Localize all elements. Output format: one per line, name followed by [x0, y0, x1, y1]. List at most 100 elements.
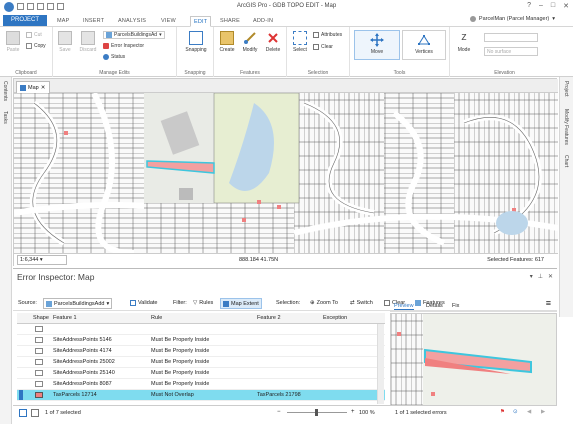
- shape-icon: [35, 337, 43, 343]
- table-row[interactable]: SiteAddressPoints 8087 Must Be Properly …: [17, 379, 385, 390]
- error-preview-map[interactable]: [390, 313, 557, 407]
- map-canvas[interactable]: [14, 93, 558, 253]
- tab-add-in[interactable]: ADD-IN: [250, 16, 276, 27]
- move-tool[interactable]: Move: [354, 30, 400, 60]
- vertices-tool[interactable]: Vertices: [402, 30, 446, 60]
- next-arrow-icon[interactable]: ▶: [541, 409, 545, 415]
- vertices-icon: [417, 33, 431, 47]
- table-scrollbar[interactable]: [377, 324, 384, 404]
- zoom-slider-thumb[interactable]: [315, 409, 318, 416]
- layers-icon: [46, 300, 52, 307]
- select-button[interactable]: Select: [290, 31, 310, 53]
- delete-button[interactable]: Delete: [263, 31, 283, 53]
- pin-icon[interactable]: ⊥: [538, 273, 543, 280]
- window-controls: ? – □ ✕: [527, 2, 569, 10]
- column-header[interactable]: Feature 1: [53, 315, 77, 321]
- tab-share[interactable]: SHARE: [217, 16, 243, 27]
- tab-project[interactable]: PROJECT: [3, 15, 47, 26]
- rules-button[interactable]: ▽ Rules: [193, 300, 213, 306]
- switch-button[interactable]: ⇄ Switch: [350, 300, 373, 306]
- zoom-level: 100 %: [359, 410, 375, 416]
- maximize-icon[interactable]: □: [551, 2, 555, 10]
- create-button[interactable]: Create: [217, 31, 237, 53]
- tab-details[interactable]: Details: [426, 303, 443, 309]
- modify-features-pane-tab[interactable]: Modify Features: [563, 109, 569, 145]
- ribbon: Paste Cut Copy Clipboard Save Discard Pa…: [0, 27, 573, 77]
- elevation-value-input[interactable]: [484, 33, 538, 42]
- map-extent-label: Map Extent: [231, 301, 259, 307]
- previous-arrow-icon[interactable]: ◀: [527, 409, 531, 415]
- tab-analysis[interactable]: ANALYSIS: [115, 16, 149, 27]
- user-icon: [469, 16, 476, 22]
- chart-pane-tab[interactable]: Chart: [563, 155, 569, 167]
- surface-dropdown[interactable]: No surface: [484, 47, 538, 56]
- column-header[interactable]: Exception: [323, 315, 347, 321]
- zoom-to-button[interactable]: ⊕ Zoom To: [310, 300, 338, 306]
- tasks-pane-tab[interactable]: Tasks: [2, 111, 8, 124]
- minimize-icon[interactable]: –: [539, 2, 543, 10]
- scale-selector[interactable]: 1:6,344 ▾: [17, 255, 67, 265]
- modify-button[interactable]: Modify: [239, 31, 261, 53]
- tab-insert[interactable]: INSERT: [80, 16, 107, 27]
- tab-map[interactable]: MAP: [54, 16, 73, 27]
- status-button[interactable]: Status: [103, 54, 125, 60]
- tab-edit[interactable]: EDIT: [190, 16, 212, 27]
- table-view-icon[interactable]: [19, 409, 27, 417]
- table-row[interactable]: SiteAddressPoints 4174 Must Be Properly …: [17, 346, 385, 357]
- error-inspector-button[interactable]: Error Inspector: [103, 43, 144, 49]
- copy-icon: [26, 43, 32, 49]
- zoom-out-icon[interactable]: −: [277, 409, 281, 415]
- validate-button[interactable]: Validate: [130, 300, 157, 306]
- close-icon[interactable]: ✕: [41, 85, 46, 91]
- error-marker-icon[interactable]: ⚑: [500, 409, 505, 415]
- paste-button[interactable]: Paste: [3, 31, 23, 53]
- preview-map-canvas[interactable]: [391, 314, 557, 407]
- clear-selection-button[interactable]: Clear: [313, 44, 333, 50]
- tab-view[interactable]: VIEW: [158, 16, 179, 27]
- close-icon[interactable]: ✕: [548, 273, 553, 280]
- source-dropdown[interactable]: ParcelsBuildingsAdd ▾: [43, 298, 113, 309]
- elevation-mode-icon: z: [461, 31, 467, 43]
- edit-source-dropdown[interactable]: ParcelsBuildingsAd ▾: [103, 31, 165, 39]
- table-row[interactable]: [17, 324, 385, 335]
- copy-button[interactable]: Copy: [26, 43, 46, 49]
- zoom-in-icon[interactable]: +: [351, 409, 355, 415]
- save-edits-button[interactable]: Save: [57, 31, 73, 53]
- table-row[interactable]: SiteAddressPoints 25140 Must Be Properly…: [17, 368, 385, 379]
- contents-pane-tab[interactable]: Contents: [2, 81, 8, 101]
- attributes-button[interactable]: Attributes: [313, 32, 342, 38]
- close-icon[interactable]: ✕: [563, 2, 569, 10]
- cut-label: Cut: [34, 32, 42, 38]
- mode-button[interactable]: z Mode: [454, 31, 474, 53]
- column-header[interactable]: Shape: [33, 315, 49, 321]
- tab-fix[interactable]: Fix: [452, 303, 459, 309]
- snapping-button[interactable]: Snapping: [181, 31, 211, 53]
- help-icon[interactable]: ?: [527, 2, 531, 10]
- selection-label: Selection:: [276, 300, 301, 306]
- map-extent-toggle[interactable]: Map Extent: [220, 298, 262, 309]
- shape-icon: [35, 370, 43, 376]
- table-row-selected[interactable]: TaxParcels 12714 Must Not Overlap TaxPar…: [17, 390, 385, 401]
- group-label: Manage Edits: [99, 70, 130, 76]
- parcel-map[interactable]: [14, 93, 558, 253]
- discard-button[interactable]: Discard: [78, 31, 98, 53]
- clipboard-group: Paste Cut Copy Clipboard: [0, 27, 53, 77]
- user-label: ParcelMan (Parcel Manager): [478, 16, 550, 22]
- user-account[interactable]: ParcelMan (Parcel Manager) ▾: [469, 16, 555, 22]
- map-tab[interactable]: Map ✕: [16, 81, 50, 93]
- column-header[interactable]: Rule: [151, 315, 162, 321]
- move-icon: [370, 33, 384, 47]
- cut-button[interactable]: Cut: [26, 32, 42, 38]
- list-view-icon[interactable]: [31, 409, 39, 417]
- table-row[interactable]: SiteAddressPoints 25002 Must Be Properly…: [17, 357, 385, 368]
- column-header[interactable]: Feature 2: [257, 315, 281, 321]
- pane-title: Error Inspector: Map: [17, 272, 95, 282]
- inspect-icon[interactable]: ⊙: [513, 409, 518, 415]
- table-header: Shape Feature 1 Rule Feature 2 Exception: [17, 313, 385, 324]
- row-selector[interactable]: [19, 390, 23, 400]
- table-row[interactable]: SiteAddressPoints 5146 Must Be Properly …: [17, 335, 385, 346]
- error-inspector-icon: [103, 43, 109, 49]
- pane-options-icon[interactable]: ▾: [530, 273, 533, 280]
- project-pane-tab[interactable]: Project: [563, 81, 569, 97]
- tab-preview[interactable]: Preview: [394, 303, 414, 310]
